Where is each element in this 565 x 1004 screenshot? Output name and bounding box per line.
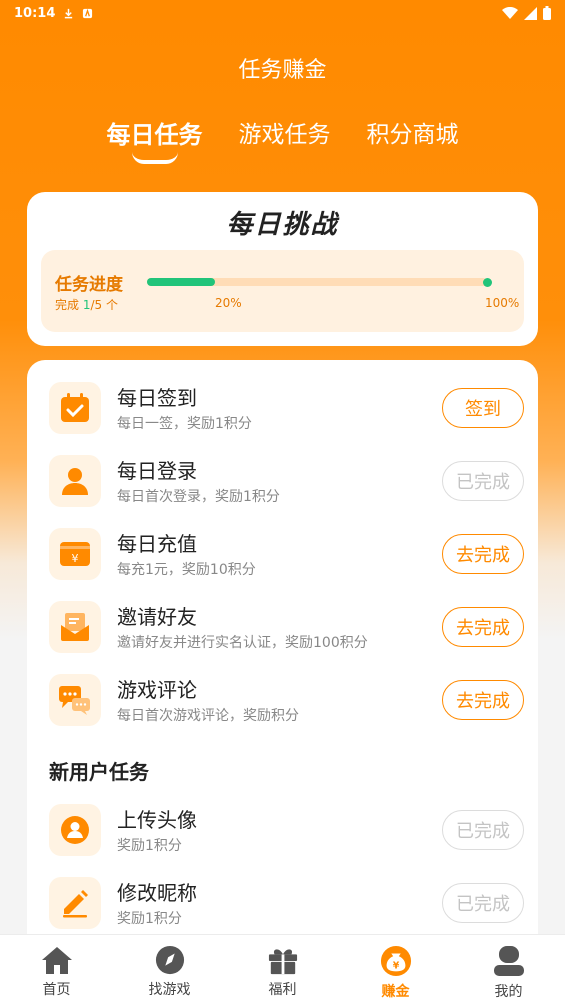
task-desc: 每充1元，奖励10积分 xyxy=(117,562,256,578)
new-user-section-title: 新用户任务 xyxy=(49,760,149,784)
task-name: 每日签到 xyxy=(117,386,197,410)
compass-icon xyxy=(155,945,184,975)
tab-label: 每日任务 xyxy=(106,121,203,149)
completed-button[interactable]: 已完成 xyxy=(442,461,524,501)
tab-game-tasks[interactable]: 游戏任务 xyxy=(239,115,331,164)
task-item-daily-checkin: 每日签到 每日一签，奖励1积分 签到 xyxy=(47,380,524,436)
nav-find-games[interactable]: 找游戏 xyxy=(113,935,226,1004)
svg-text:¥: ¥ xyxy=(392,961,399,972)
nav-home[interactable]: 首页 xyxy=(0,935,113,1004)
task-desc: 邀请好友并进行实名认证，奖励100积分 xyxy=(117,635,368,651)
task-name: 邀请好友 xyxy=(117,605,197,629)
battery-icon xyxy=(543,6,551,20)
progress-end-dot xyxy=(483,278,492,287)
challenge-title: 每日挑战 xyxy=(226,210,339,240)
tab-daily-tasks[interactable]: 每日任务 xyxy=(107,115,203,164)
task-name: 上传头像 xyxy=(117,808,197,832)
nav-label: 我的 xyxy=(494,984,523,1000)
nav-label: 赚金 xyxy=(381,984,410,1000)
pencil-icon xyxy=(49,877,101,929)
profile-icon xyxy=(493,946,524,976)
home-icon xyxy=(41,947,72,974)
nav-welfare[interactable]: 福利 xyxy=(226,935,339,1004)
wallet-yen-icon: ¥ xyxy=(49,528,101,580)
progress-count: 完成 1/5 个 xyxy=(55,296,118,313)
progress-end-pct: 100% xyxy=(485,296,520,310)
bottom-nav: 首页 找游戏 福利 ¥ 赚金 我的 xyxy=(0,934,565,1004)
task-desc: 每日首次登录，奖励1积分 xyxy=(117,489,280,505)
task-item-daily-recharge: ¥ 每日充值 每充1元，奖励10积分 去完成 xyxy=(47,526,524,582)
task-item-daily-login: 每日登录 每日首次登录，奖励1积分 已完成 xyxy=(47,453,524,509)
task-item-game-review: 游戏评论 每日首次游戏评论，奖励积分 去完成 xyxy=(47,672,524,728)
task-desc: 每日首次游戏评论，奖励积分 xyxy=(117,708,299,724)
wifi-icon xyxy=(502,6,518,19)
nav-earn[interactable]: ¥ 赚金 xyxy=(339,935,452,1004)
signal-icon xyxy=(524,6,537,20)
task-item-change-nickname: 修改昵称 奖励1积分 已完成 xyxy=(47,875,524,931)
page-title: 任务赚金 xyxy=(238,58,327,83)
checkin-button[interactable]: 签到 xyxy=(442,388,524,428)
nav-mine[interactable]: 我的 xyxy=(452,935,565,1004)
app-notification-icon xyxy=(83,8,93,18)
nav-label: 找游戏 xyxy=(148,982,191,998)
tab-points-mall[interactable]: 积分商城 xyxy=(367,115,459,164)
task-name: 每日充值 xyxy=(117,532,197,556)
gift-icon xyxy=(268,949,297,975)
nav-label: 福利 xyxy=(268,982,297,998)
nav-label: 首页 xyxy=(42,982,71,998)
task-list-card: 每日签到 每日一签，奖励1积分 签到 每日登录 每日首次登录，奖励1积分 已完成… xyxy=(27,360,538,960)
status-time: 10:14 xyxy=(14,5,56,21)
task-desc: 每日一签，奖励1积分 xyxy=(117,416,252,432)
go-complete-button[interactable]: 去完成 xyxy=(442,680,524,720)
completed-prefix: 完成 xyxy=(55,298,83,312)
completed-button[interactable]: 已完成 xyxy=(442,883,524,923)
task-name: 每日登录 xyxy=(117,459,197,483)
svg-text:¥: ¥ xyxy=(72,552,79,565)
task-desc: 奖励1积分 xyxy=(117,911,182,927)
completed-button[interactable]: 已完成 xyxy=(442,810,524,850)
progress-label: 任务进度 xyxy=(55,275,123,295)
go-complete-button[interactable]: 去完成 xyxy=(442,534,524,574)
avatar-icon xyxy=(49,804,101,856)
task-name: 游戏评论 xyxy=(117,678,197,702)
task-desc: 奖励1积分 xyxy=(117,838,182,854)
user-icon xyxy=(49,455,101,507)
tab-label: 游戏任务 xyxy=(238,122,331,148)
download-icon xyxy=(65,8,73,18)
envelope-icon xyxy=(49,601,101,653)
total-count: /5 个 xyxy=(90,298,118,312)
status-bar: 10:14 xyxy=(0,0,565,26)
money-bag-icon: ¥ xyxy=(380,945,411,977)
active-tab-indicator xyxy=(131,152,178,164)
daily-challenge-card: 每日挑战 任务进度 完成 1/5 个 20% 100% xyxy=(27,192,538,346)
go-complete-button[interactable]: 去完成 xyxy=(442,607,524,647)
task-item-upload-avatar: 上传头像 奖励1积分 已完成 xyxy=(47,802,524,858)
task-item-invite-friends: 邀请好友 邀请好友并进行实名认证，奖励100积分 去完成 xyxy=(47,599,524,655)
calendar-check-icon xyxy=(49,382,101,434)
task-name: 修改昵称 xyxy=(117,881,197,905)
progress-current-pct: 20% xyxy=(215,296,242,310)
tab-label: 积分商城 xyxy=(366,122,459,148)
comment-icon xyxy=(49,674,101,726)
progress-fill xyxy=(147,278,215,286)
tab-bar: 每日任务 游戏任务 积分商城 xyxy=(0,115,565,164)
progress-track xyxy=(147,278,487,286)
progress-box: 任务进度 完成 1/5 个 20% 100% xyxy=(41,250,524,332)
